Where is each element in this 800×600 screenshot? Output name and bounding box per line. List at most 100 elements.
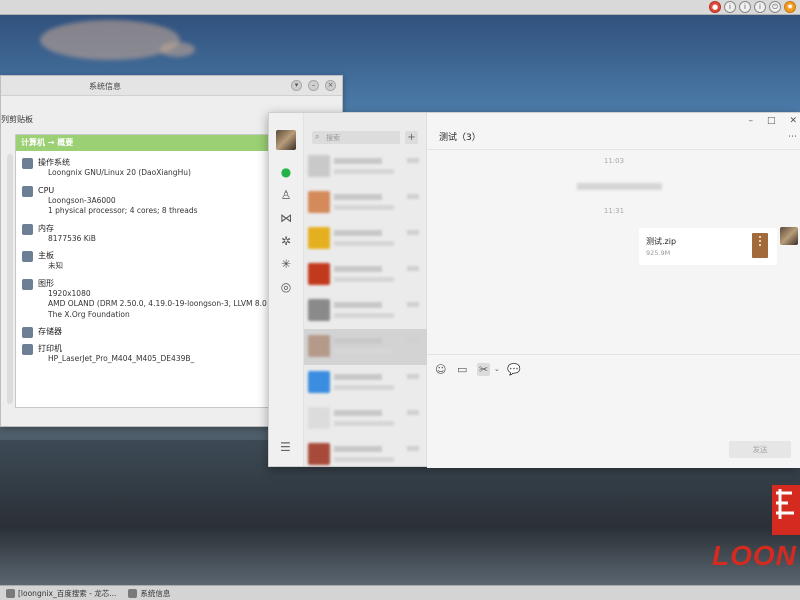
info-section[interactable]: 内存 8177536 KiB bbox=[16, 223, 299, 245]
scrollbar[interactable] bbox=[7, 154, 13, 404]
taskbar: [loongnix_百度搜索 - 龙芯... 系统信息 bbox=[0, 585, 800, 600]
conversation-item[interactable] bbox=[304, 221, 427, 257]
info-icon[interactable]: i bbox=[739, 1, 751, 13]
blurred-time bbox=[407, 410, 419, 415]
avatar bbox=[308, 155, 330, 177]
avatar bbox=[308, 227, 330, 249]
chat-bubble-icon[interactable]: 💬 bbox=[507, 363, 521, 376]
conversation-item[interactable] bbox=[304, 401, 427, 437]
favorites-icon[interactable]: ⋈ bbox=[279, 211, 293, 225]
section-value: HP_LaserJet_Pro_M404_M405_DE439B_ bbox=[48, 354, 195, 363]
menu-icon[interactable]: ☰ bbox=[280, 440, 291, 454]
conversation-item[interactable] bbox=[304, 257, 427, 293]
blurred-name bbox=[334, 410, 382, 416]
minimize-button[interactable]: – bbox=[308, 80, 319, 91]
conversation-list: ⌕ 搜索 + bbox=[304, 113, 427, 466]
section-value: 未知 bbox=[48, 261, 63, 270]
cloud bbox=[40, 20, 180, 60]
info-section[interactable]: 存储器 bbox=[16, 326, 299, 338]
blurred-msg bbox=[334, 385, 394, 390]
section-value: The X.Org Foundation bbox=[48, 309, 130, 319]
file-message[interactable]: 测试.zip 925.9M bbox=[639, 228, 777, 265]
blurred-time bbox=[407, 194, 419, 199]
browser-icon bbox=[6, 588, 15, 598]
search-placeholder: 搜索 bbox=[326, 134, 340, 142]
avatar bbox=[308, 371, 330, 393]
blurred-msg bbox=[334, 169, 394, 174]
avatar bbox=[308, 263, 330, 285]
blurred-msg bbox=[334, 205, 394, 210]
contacts-icon[interactable]: ♙ bbox=[279, 188, 293, 202]
info-section[interactable]: 主板 未知 bbox=[16, 250, 299, 272]
minimize-button[interactable]: – bbox=[748, 116, 753, 126]
chat-icon[interactable]: ● bbox=[279, 165, 293, 179]
settings-icon[interactable]: ✹ bbox=[784, 1, 796, 13]
avatar bbox=[308, 299, 330, 321]
section-title: CPU bbox=[38, 185, 55, 195]
section-value: Loongnix GNU/Linux 20 (DaoXiangHu) bbox=[48, 168, 191, 177]
chevron-down-icon[interactable]: ⌄ bbox=[494, 365, 500, 373]
avatar[interactable] bbox=[276, 130, 296, 150]
gear-icon bbox=[22, 158, 33, 169]
help-button[interactable]: ▾ bbox=[291, 80, 302, 91]
conversation-item[interactable] bbox=[304, 149, 427, 185]
conversation-item[interactable] bbox=[304, 365, 427, 401]
blurred-time bbox=[407, 158, 419, 163]
timestamp: 11:31 bbox=[603, 207, 625, 215]
close-button[interactable]: × bbox=[325, 80, 336, 91]
avatar bbox=[308, 335, 330, 357]
chat-nav-bar: ● ♙ ⋈ ✲ ✳ ◎ ☰ bbox=[269, 113, 304, 466]
blurred-name bbox=[334, 446, 382, 452]
app-icon[interactable]: ● bbox=[709, 1, 721, 13]
search-input[interactable]: ⌕ 搜索 bbox=[312, 131, 400, 144]
info-section[interactable]: 操作系统 Loongnix GNU/Linux 20 (DaoXiangHu) bbox=[16, 157, 299, 179]
message-input-area[interactable]: ☺ ▭ ✂ ⌄ 💬 发送 bbox=[427, 354, 800, 468]
more-icon[interactable]: ⋯ bbox=[788, 132, 797, 142]
cpu-icon bbox=[22, 185, 33, 197]
blurred-time bbox=[407, 374, 419, 379]
info-section[interactable]: 打印机 HP_LaserJet_Pro_M404_M405_DE439B_ bbox=[16, 343, 299, 365]
section-value: 1 physical processor; 4 cores; 8 threads bbox=[48, 206, 198, 215]
conversation-item[interactable] bbox=[304, 437, 427, 473]
conversation-item[interactable] bbox=[304, 185, 427, 221]
moments-icon[interactable]: ✳ bbox=[279, 257, 293, 271]
memory-icon bbox=[22, 223, 33, 235]
emoji-icon[interactable]: ☺ bbox=[435, 363, 446, 376]
chat-main-panel: 测试（3） – □ ✕ ⋯ 11:03 11:31 测试.zip 925.9M … bbox=[427, 113, 800, 468]
power-icon[interactable]: ⏻ bbox=[769, 1, 781, 13]
avatar bbox=[308, 191, 330, 213]
section-value: Loongson-3A6000 bbox=[48, 195, 116, 205]
files-icon[interactable]: ✲ bbox=[279, 234, 293, 248]
section-title: 打印机 bbox=[38, 344, 62, 353]
file-size: 925.9M bbox=[646, 249, 671, 257]
conversation-item[interactable] bbox=[304, 293, 427, 329]
system-tray: ● i i i ⏻ ✹ bbox=[709, 1, 796, 13]
info-section[interactable]: 图形 1920x1080 AMD OLAND (DRM 2.50.0, 4.19.0… bbox=[16, 278, 299, 321]
avatar[interactable] bbox=[780, 227, 798, 245]
window-titlebar[interactable]: 系统信息 ▾ – × bbox=[1, 76, 342, 96]
maximize-button[interactable]: □ bbox=[767, 116, 776, 126]
file-name: 测试.zip bbox=[646, 237, 677, 246]
taskbar-item-browser[interactable]: [loongnix_百度搜索 - 龙芯... bbox=[0, 588, 122, 599]
info-icon[interactable]: i bbox=[724, 1, 736, 13]
folder-icon[interactable]: ▭ bbox=[457, 363, 467, 376]
avatar bbox=[308, 407, 330, 429]
taskbar-item-sysinfo[interactable]: 系统信息 bbox=[122, 588, 176, 599]
info-icon[interactable]: i bbox=[754, 1, 766, 13]
gear-icon bbox=[22, 251, 33, 262]
info-section[interactable]: CPU Loongson-3A6000 1 physical processor; … bbox=[16, 185, 299, 217]
search-globe-icon[interactable]: ◎ bbox=[279, 280, 293, 294]
blurred-name bbox=[334, 194, 382, 200]
blurred-name bbox=[334, 266, 382, 272]
conversation-item[interactable] bbox=[304, 329, 427, 365]
scissors-icon[interactable]: ✂ bbox=[477, 363, 491, 376]
toolbar-label[interactable]: 列剪贴板 bbox=[1, 114, 33, 125]
add-button[interactable]: + bbox=[405, 131, 418, 144]
system-message bbox=[577, 183, 662, 190]
summary-header[interactable]: 计算机 → 概要 bbox=[16, 135, 299, 151]
printer-icon bbox=[22, 344, 33, 355]
blurred-name bbox=[334, 230, 382, 236]
close-button[interactable]: ✕ bbox=[789, 116, 797, 126]
send-button[interactable]: 发送 bbox=[729, 441, 791, 458]
blurred-name bbox=[334, 158, 382, 164]
